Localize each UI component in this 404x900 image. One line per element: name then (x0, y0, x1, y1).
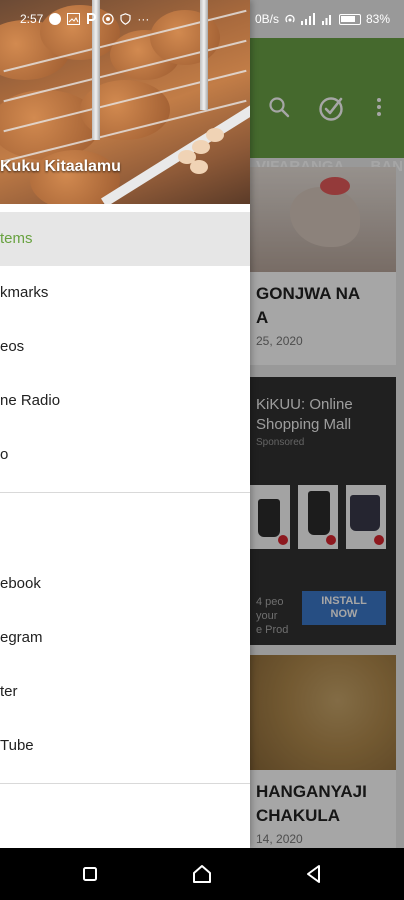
section-header (0, 503, 250, 557)
battery-icon (338, 13, 361, 25)
p-app-icon (87, 13, 97, 24)
target-icon (102, 13, 115, 25)
hotspot-icon (285, 14, 295, 23)
notification-circle-icon (49, 13, 62, 25)
drawer-item-items[interactable]: tems (0, 212, 250, 266)
shield-icon (120, 13, 131, 25)
drawer-item-5[interactable]: o (0, 428, 250, 482)
more-notifications-icon: ··· (137, 12, 150, 26)
network-speed: 0B/s (254, 12, 279, 26)
drawer-title: Kuku Kitaalamu (0, 158, 121, 175)
divider (0, 492, 250, 493)
drawer-item-radio[interactable]: ne Radio (0, 374, 250, 428)
recents-button[interactable] (76, 860, 104, 888)
drawer-item-telegram[interactable]: egram (0, 611, 250, 665)
navigation-drawer: Kuku Kitaalamu tems kmarks eos ne Radio … (0, 0, 250, 848)
drawer-menu: tems kmarks eos ne Radio o ebook egram t… (0, 212, 250, 794)
home-button[interactable] (188, 860, 216, 888)
image-icon (67, 13, 81, 25)
divider (0, 783, 250, 784)
drawer-item-facebook[interactable]: ebook (0, 557, 250, 611)
signal-icon (321, 15, 331, 25)
signal-icon (300, 13, 315, 25)
back-button[interactable] (300, 860, 328, 888)
status-bar: 2:57 ··· 0B/s 83% (0, 0, 404, 38)
drawer-item-videos[interactable]: eos (0, 320, 250, 374)
drawer-item-bookmarks[interactable]: kmarks (0, 266, 250, 320)
system-nav-bar (0, 848, 404, 900)
battery-level: 83% (365, 12, 390, 26)
drawer-item-youtube[interactable]: Tube (0, 719, 250, 773)
status-time: 2:57 (20, 12, 44, 26)
drawer-item-twitter[interactable]: ter (0, 665, 250, 719)
